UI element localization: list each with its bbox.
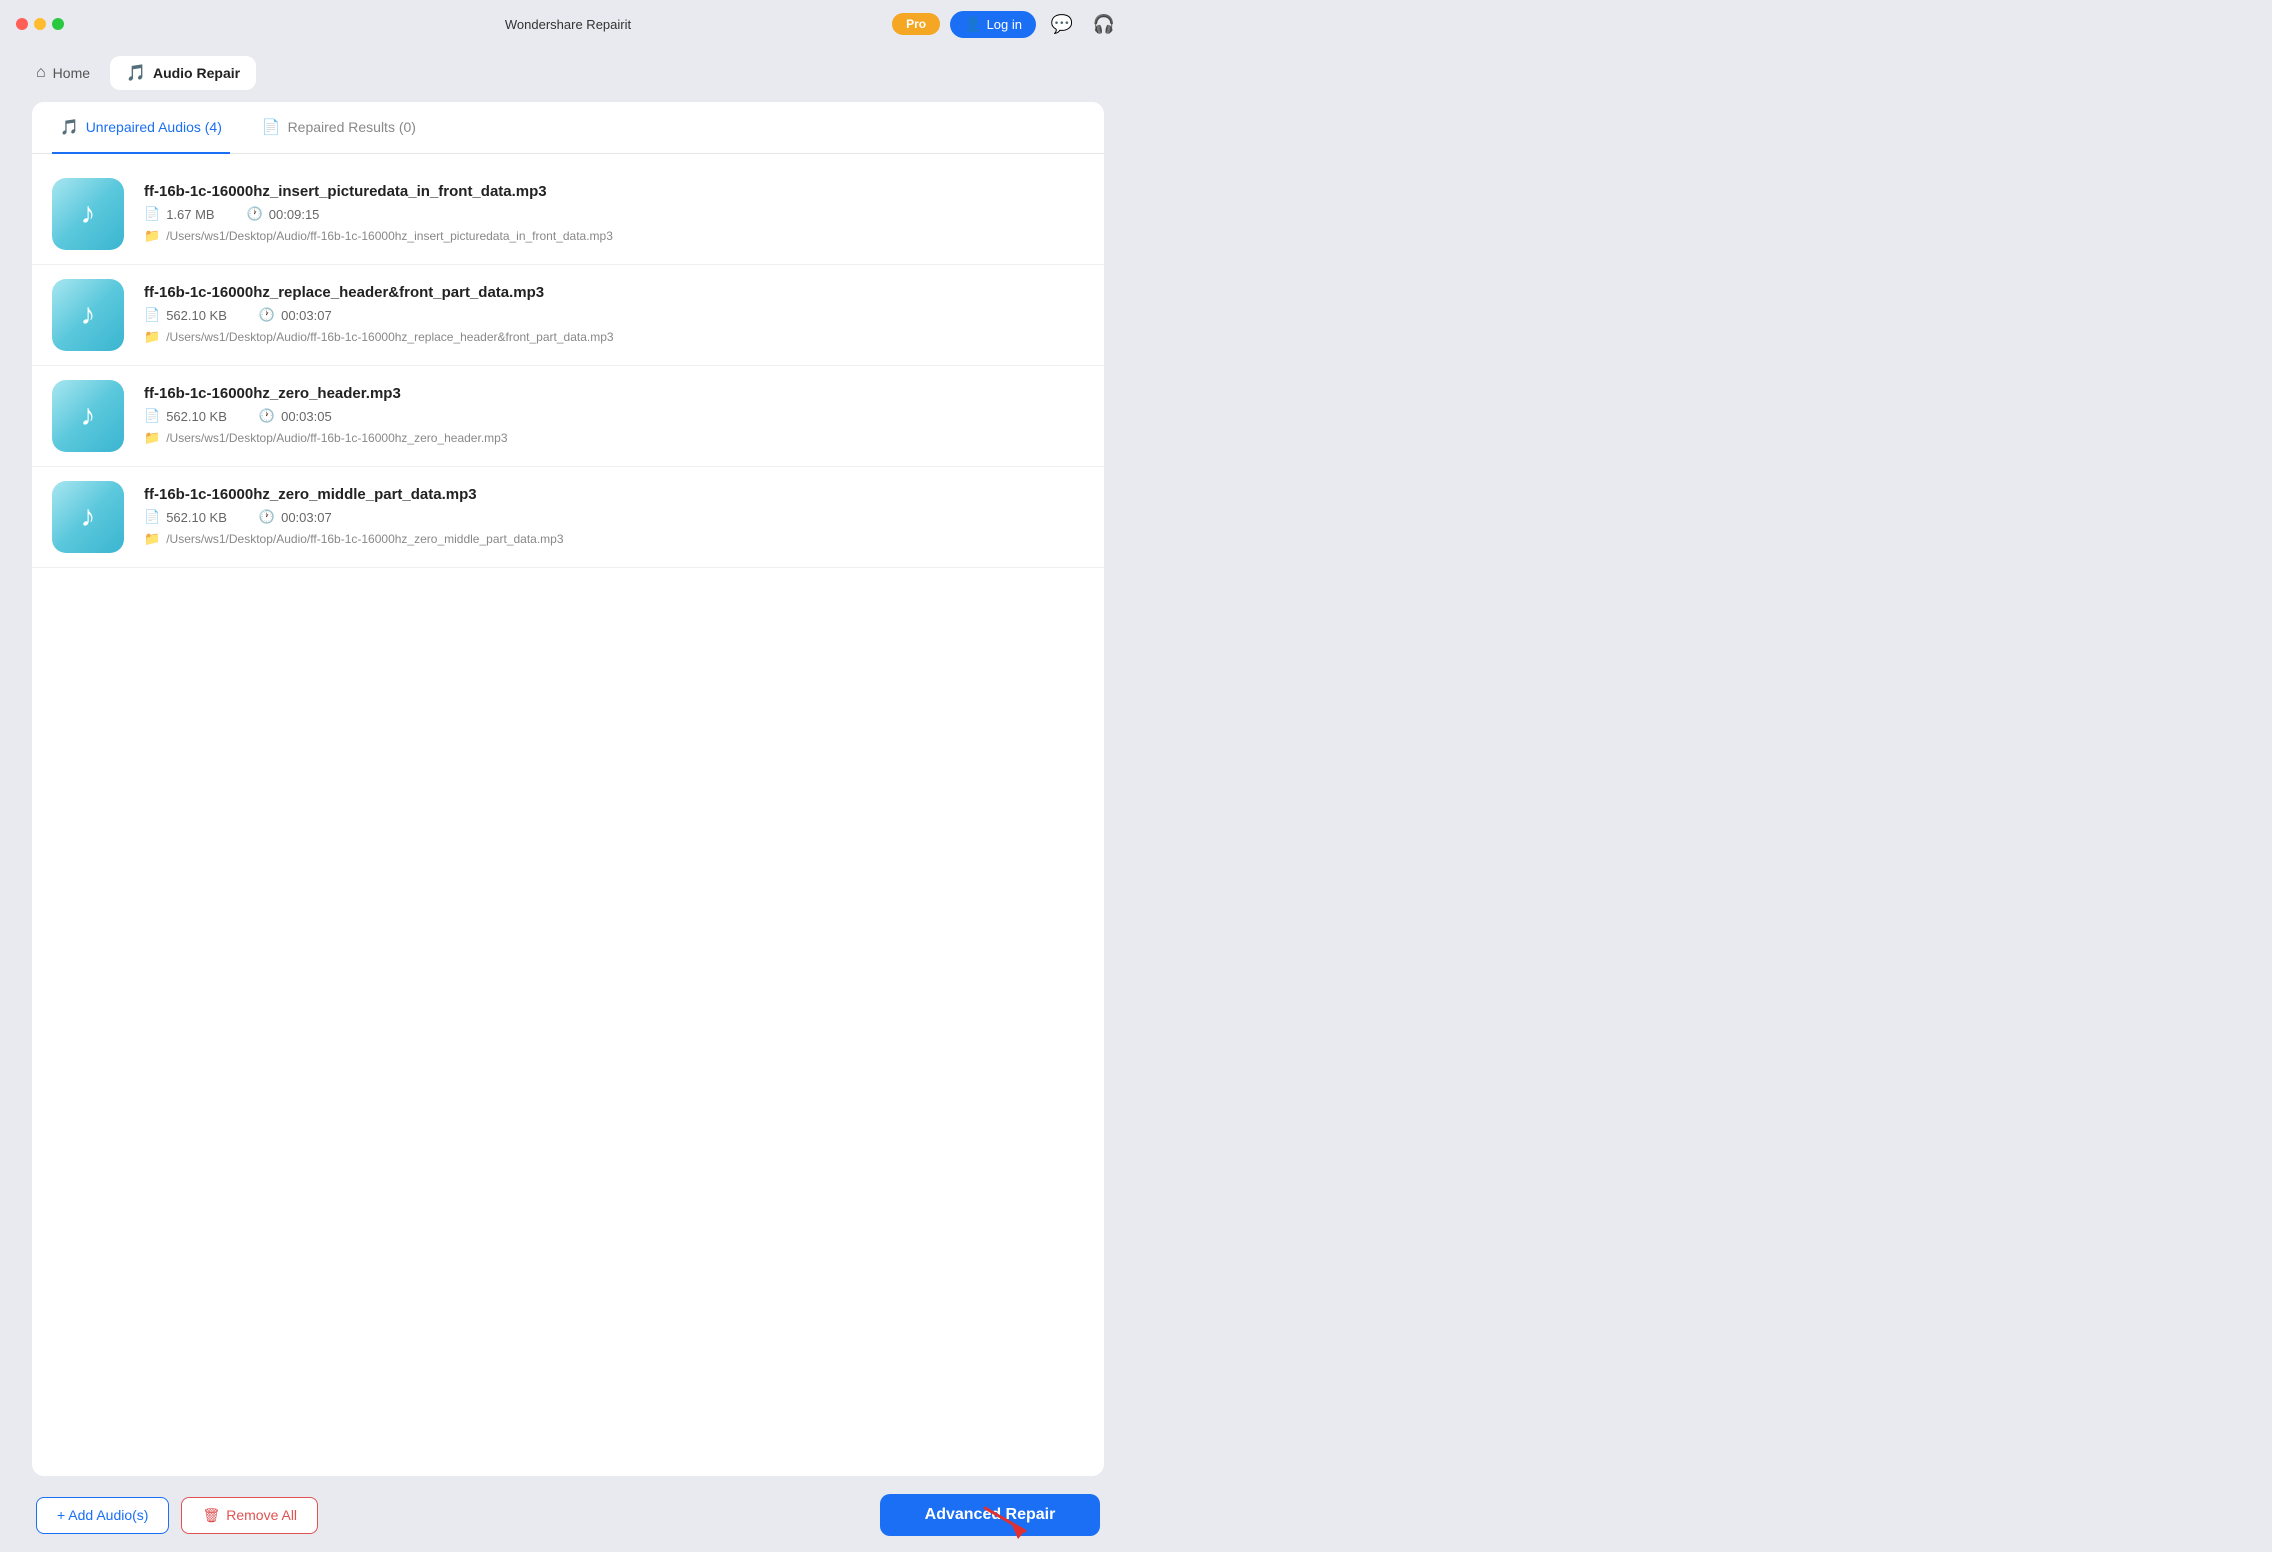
file-size: 📄 562.10 KB <box>144 307 227 323</box>
file-name: ff-16b-1c-16000hz_zero_header.mp3 <box>144 385 1084 402</box>
file-size-icon: 📄 <box>144 509 160 525</box>
title-bar: Wondershare Repairit Pro 👤 Log in 💬 🎧 <box>0 0 1136 48</box>
minimize-button[interactable] <box>34 18 46 30</box>
file-thumbnail: ♪ <box>52 178 124 250</box>
chat-icon: 💬 <box>1051 14 1073 35</box>
file-item: ♪ ff-16b-1c-16000hz_zero_middle_part_dat… <box>32 467 1104 568</box>
file-size-icon: 📄 <box>144 206 160 222</box>
remove-all-button[interactable]: 🗑 Remove All <box>181 1497 318 1534</box>
music-note-icon: ♪ <box>81 399 96 433</box>
audio-repair-icon: 🎵 <box>126 63 146 83</box>
file-size-icon: 📄 <box>144 307 160 323</box>
title-bar-right: Pro 👤 Log in 💬 🎧 <box>892 8 1120 40</box>
title-bar-left <box>16 18 64 30</box>
file-duration: 🕐 00:09:15 <box>247 206 320 222</box>
file-info: ff-16b-1c-16000hz_zero_header.mp3 📄 562.… <box>144 385 1084 446</box>
headphone-icon-button[interactable]: 🎧 <box>1088 8 1120 40</box>
nav-audio-repair[interactable]: 🎵 Audio Repair <box>110 56 256 90</box>
file-info: ff-16b-1c-16000hz_replace_header&front_p… <box>144 284 1084 345</box>
file-thumbnail: ♪ <box>52 380 124 452</box>
repaired-tab-label: Repaired Results (0) <box>288 119 416 135</box>
file-name: ff-16b-1c-16000hz_insert_picturedata_in_… <box>144 183 1084 200</box>
music-note-icon: ♪ <box>81 500 96 534</box>
advanced-repair-container: Advanced Repair <box>880 1494 1100 1536</box>
folder-icon: 📁 <box>144 228 160 244</box>
folder-icon: 📁 <box>144 430 160 446</box>
file-duration: 🕐 00:03:07 <box>259 307 332 323</box>
app-title: Wondershare Repairit <box>505 17 631 32</box>
content-wrapper: 🎵 Unrepaired Audios (4) 📄 Repaired Resul… <box>16 98 1120 1550</box>
home-icon: ⌂ <box>36 64 46 82</box>
file-info: ff-16b-1c-16000hz_insert_picturedata_in_… <box>144 183 1084 244</box>
trash-icon: 🗑 <box>202 1507 220 1524</box>
file-meta: 📄 562.10 KB 🕐 00:03:07 <box>144 509 1084 525</box>
traffic-lights <box>16 18 64 30</box>
file-path: 📁 /Users/ws1/Desktop/Audio/ff-16b-1c-160… <box>144 531 1084 547</box>
chat-icon-button[interactable]: 💬 <box>1046 8 1078 40</box>
music-note-icon: ♪ <box>81 298 96 332</box>
unrepaired-tab-icon: 🎵 <box>60 118 79 136</box>
file-meta: 📄 562.10 KB 🕐 00:03:05 <box>144 408 1084 424</box>
clock-icon: 🕐 <box>247 206 263 222</box>
file-size: 📄 562.10 KB <box>144 408 227 424</box>
headphone-icon: 🎧 <box>1093 14 1115 35</box>
file-duration: 🕐 00:03:07 <box>259 509 332 525</box>
folder-icon: 📁 <box>144 329 160 345</box>
bottom-bar: + Add Audio(s) 🗑 Remove All Advanced Rep… <box>16 1480 1120 1550</box>
file-meta: 📄 562.10 KB 🕐 00:03:07 <box>144 307 1084 323</box>
login-button[interactable]: 👤 Log in <box>950 11 1036 38</box>
file-list: ♪ ff-16b-1c-16000hz_insert_picturedata_i… <box>32 154 1104 1477</box>
nav-home[interactable]: ⌂ Home <box>20 57 106 89</box>
unrepaired-tab-label: Unrepaired Audios (4) <box>86 119 222 135</box>
nav-bar: ⌂ Home 🎵 Audio Repair <box>0 48 1136 98</box>
file-size-icon: 📄 <box>144 408 160 424</box>
music-note-icon: ♪ <box>81 197 96 231</box>
file-path: 📁 /Users/ws1/Desktop/Audio/ff-16b-1c-160… <box>144 329 1084 345</box>
tab-unrepaired[interactable]: 🎵 Unrepaired Audios (4) <box>52 102 230 154</box>
main-content: 🎵 Unrepaired Audios (4) 📄 Repaired Resul… <box>32 102 1104 1476</box>
tabs-bar: 🎵 Unrepaired Audios (4) 📄 Repaired Resul… <box>32 102 1104 154</box>
folder-icon: 📁 <box>144 531 160 547</box>
file-path: 📁 /Users/ws1/Desktop/Audio/ff-16b-1c-160… <box>144 228 1084 244</box>
file-item: ♪ ff-16b-1c-16000hz_insert_picturedata_i… <box>32 164 1104 265</box>
file-size: 📄 562.10 KB <box>144 509 227 525</box>
maximize-button[interactable] <box>52 18 64 30</box>
file-name: ff-16b-1c-16000hz_replace_header&front_p… <box>144 284 1084 301</box>
nav-audio-repair-label: Audio Repair <box>153 65 240 81</box>
clock-icon: 🕐 <box>259 307 275 323</box>
file-info: ff-16b-1c-16000hz_zero_middle_part_data.… <box>144 486 1084 547</box>
file-path: 📁 /Users/ws1/Desktop/Audio/ff-16b-1c-160… <box>144 430 1084 446</box>
pro-badge[interactable]: Pro <box>892 13 940 35</box>
file-thumbnail: ♪ <box>52 279 124 351</box>
tab-repaired[interactable]: 📄 Repaired Results (0) <box>254 102 424 154</box>
repaired-tab-icon: 📄 <box>262 118 281 136</box>
clock-icon: 🕐 <box>259 408 275 424</box>
file-thumbnail: ♪ <box>52 481 124 553</box>
file-duration: 🕐 00:03:05 <box>259 408 332 424</box>
file-name: ff-16b-1c-16000hz_zero_middle_part_data.… <box>144 486 1084 503</box>
file-meta: 📄 1.67 MB 🕐 00:09:15 <box>144 206 1084 222</box>
file-item: ♪ ff-16b-1c-16000hz_zero_header.mp3 📄 56… <box>32 366 1104 467</box>
nav-home-label: Home <box>53 65 90 81</box>
clock-icon: 🕐 <box>259 509 275 525</box>
user-icon: 👤 <box>964 16 981 33</box>
arrow-indicator <box>980 1503 1040 1544</box>
close-button[interactable] <box>16 18 28 30</box>
file-item: ♪ ff-16b-1c-16000hz_replace_header&front… <box>32 265 1104 366</box>
bottom-left-buttons: + Add Audio(s) 🗑 Remove All <box>36 1497 318 1534</box>
add-audio-button[interactable]: + Add Audio(s) <box>36 1497 169 1534</box>
file-size: 📄 1.67 MB <box>144 206 215 222</box>
